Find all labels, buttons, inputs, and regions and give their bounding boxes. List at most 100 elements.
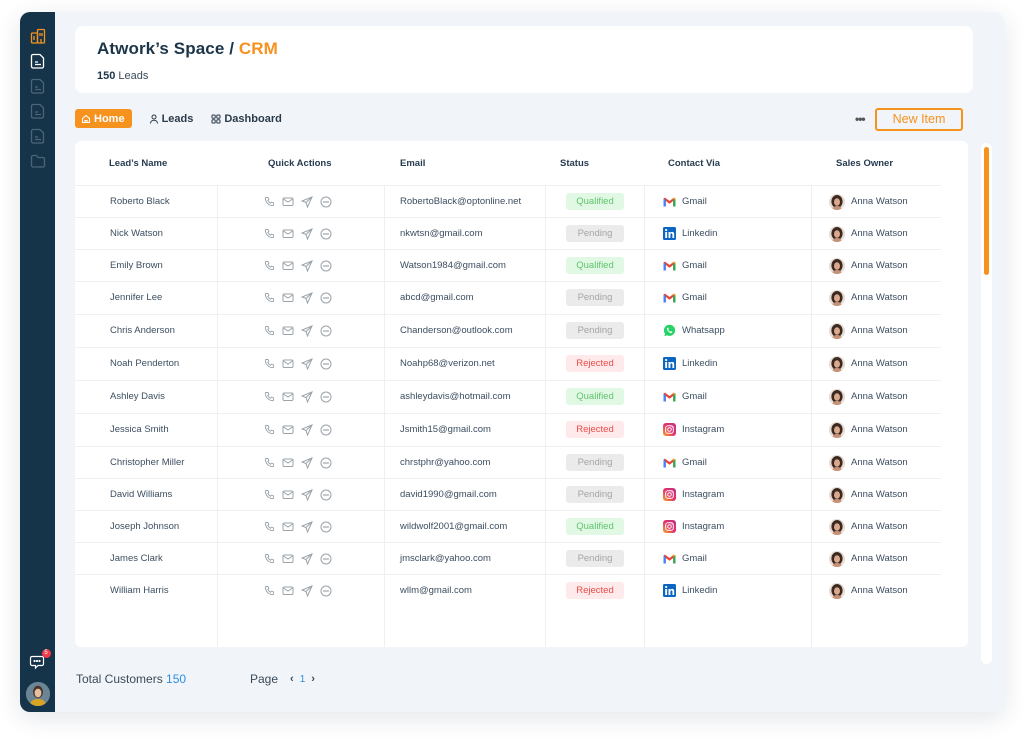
lead-email[interactable]: david1990@gmail.com bbox=[400, 489, 497, 500]
sales-owner[interactable]: Anna Watson bbox=[851, 260, 908, 271]
next-page-button[interactable]: › bbox=[311, 673, 315, 685]
sales-owner[interactable]: Anna Watson bbox=[851, 391, 908, 402]
lead-name[interactable]: Chris Anderson bbox=[110, 325, 175, 336]
sales-owner[interactable]: Anna Watson bbox=[851, 521, 908, 532]
sidebar-item-folder[interactable] bbox=[29, 152, 47, 170]
table-row[interactable]: Ashley Davis ashleydavis@hotmail.com Quali… bbox=[75, 380, 941, 412]
phone-icon[interactable] bbox=[264, 260, 275, 271]
column-header-status[interactable]: Status bbox=[560, 158, 589, 169]
mail-icon[interactable] bbox=[282, 325, 294, 336]
user-avatar[interactable] bbox=[25, 682, 50, 706]
table-row[interactable]: Christopher Miller chrstphr@yahoo.com Pend… bbox=[75, 446, 941, 478]
table-row[interactable]: James Clark jmsclark@yahoo.com Pending Gmai… bbox=[75, 542, 941, 574]
table-row[interactable]: Noah Penderton Noahp68@verizon.net Rejecte… bbox=[75, 347, 941, 379]
send-icon[interactable] bbox=[301, 456, 313, 469]
more-circle-icon[interactable] bbox=[320, 424, 332, 436]
sales-owner[interactable]: Anna Watson bbox=[851, 358, 908, 369]
mail-icon[interactable] bbox=[282, 228, 294, 239]
table-row[interactable]: Jennifer Lee abcd@gmail.com Pending Gmail An… bbox=[75, 281, 941, 313]
lead-name[interactable]: Joseph Johnson bbox=[110, 521, 179, 532]
status-badge[interactable]: Pending bbox=[566, 550, 624, 567]
phone-icon[interactable] bbox=[264, 228, 275, 239]
table-row[interactable]: Joseph Johnson wildwolf2001@gmail.com Qual… bbox=[75, 510, 941, 542]
lead-email[interactable]: abcd@gmail.com bbox=[400, 292, 474, 303]
status-badge[interactable]: Pending bbox=[566, 486, 624, 503]
mail-icon[interactable] bbox=[282, 292, 294, 303]
more-circle-icon[interactable] bbox=[320, 521, 332, 533]
phone-icon[interactable] bbox=[264, 489, 275, 500]
send-icon[interactable] bbox=[301, 520, 313, 533]
lead-name[interactable]: Ashley Davis bbox=[110, 391, 165, 402]
sales-owner[interactable]: Anna Watson bbox=[851, 553, 908, 564]
more-circle-icon[interactable] bbox=[320, 358, 332, 370]
status-badge[interactable]: Qualified bbox=[566, 388, 624, 405]
sales-owner[interactable]: Anna Watson bbox=[851, 228, 908, 239]
phone-icon[interactable] bbox=[264, 553, 275, 564]
send-icon[interactable] bbox=[301, 259, 313, 272]
tab-dashboard[interactable]: Dashboard bbox=[211, 109, 282, 128]
lead-email[interactable]: Noahp68@verizon.net bbox=[400, 358, 495, 369]
status-badge[interactable]: Pending bbox=[566, 454, 624, 471]
mail-icon[interactable] bbox=[282, 196, 294, 207]
mail-icon[interactable] bbox=[282, 260, 294, 271]
mail-icon[interactable] bbox=[282, 358, 294, 369]
table-row[interactable]: Emily Brown Watson1984@gmail.com Qualified… bbox=[75, 249, 941, 281]
phone-icon[interactable] bbox=[264, 457, 275, 468]
phone-icon[interactable] bbox=[264, 391, 275, 402]
send-icon[interactable] bbox=[301, 552, 313, 565]
sidebar-item-doc-4[interactable] bbox=[29, 127, 47, 145]
lead-name[interactable]: Noah Penderton bbox=[110, 358, 179, 369]
more-circle-icon[interactable] bbox=[320, 553, 332, 565]
new-item-button[interactable]: New Item bbox=[875, 108, 963, 131]
lead-name[interactable]: Jessica Smith bbox=[110, 424, 169, 435]
lead-name[interactable]: David Williams bbox=[110, 489, 172, 500]
more-options-button[interactable]: ••• bbox=[855, 112, 866, 126]
send-icon[interactable] bbox=[301, 390, 313, 403]
mail-icon[interactable] bbox=[282, 424, 294, 435]
current-page-button[interactable]: 1 bbox=[300, 674, 306, 685]
mail-icon[interactable] bbox=[282, 553, 294, 564]
lead-email[interactable]: Chanderson@outlook.com bbox=[400, 325, 513, 336]
sidebar-item-doc-2[interactable] bbox=[29, 77, 47, 95]
table-row[interactable]: Jessica Smith Jsmith15@gmail.com Rejected I… bbox=[75, 413, 941, 445]
column-header-contact-via[interactable]: Contact Via bbox=[668, 158, 720, 169]
sidebar-item-doc-1[interactable] bbox=[29, 52, 47, 70]
lead-email[interactable]: nkwtsn@gmail.com bbox=[400, 228, 483, 239]
more-circle-icon[interactable] bbox=[320, 228, 332, 240]
send-icon[interactable] bbox=[301, 195, 313, 208]
tab-leads[interactable]: Leads bbox=[149, 109, 193, 128]
scrollbar-thumb[interactable] bbox=[984, 147, 989, 275]
table-row[interactable]: Nick Watson nkwtsn@gmail.com Pending Linked… bbox=[75, 217, 941, 249]
column-header-name[interactable]: Lead’s Name bbox=[109, 158, 167, 169]
send-icon[interactable] bbox=[301, 291, 313, 304]
lead-name[interactable]: Nick Watson bbox=[110, 228, 163, 239]
more-circle-icon[interactable] bbox=[320, 260, 332, 272]
lead-email[interactable]: jmsclark@yahoo.com bbox=[400, 553, 491, 564]
lead-email[interactable]: RobertoBlack@optonline.net bbox=[400, 196, 521, 207]
column-header-quick-actions[interactable]: Quick Actions bbox=[268, 158, 332, 169]
lead-name[interactable]: James Clark bbox=[110, 553, 163, 564]
send-icon[interactable] bbox=[301, 324, 313, 337]
lead-name[interactable]: Christopher Miller bbox=[110, 457, 184, 468]
lead-name[interactable]: Jennifer Lee bbox=[110, 292, 162, 303]
sidebar-item-doc-3[interactable] bbox=[29, 102, 47, 120]
status-badge[interactable]: Qualified bbox=[566, 518, 624, 535]
status-badge[interactable]: Pending bbox=[566, 289, 624, 306]
table-row[interactable]: David Williams david1990@gmail.com Pending… bbox=[75, 478, 941, 510]
more-circle-icon[interactable] bbox=[320, 325, 332, 337]
column-header-email[interactable]: Email bbox=[400, 158, 425, 169]
send-icon[interactable] bbox=[301, 357, 313, 370]
lead-email[interactable]: chrstphr@yahoo.com bbox=[400, 457, 490, 468]
sales-owner[interactable]: Anna Watson bbox=[851, 457, 908, 468]
sales-owner[interactable]: Anna Watson bbox=[851, 424, 908, 435]
prev-page-button[interactable]: ‹ bbox=[290, 673, 294, 685]
status-badge[interactable]: Rejected bbox=[566, 421, 624, 438]
more-circle-icon[interactable] bbox=[320, 292, 332, 304]
table-row[interactable]: William Harris wllm@gmail.com Rejected Link… bbox=[75, 574, 941, 606]
lead-name[interactable]: Roberto Black bbox=[110, 196, 170, 207]
mail-icon[interactable] bbox=[282, 391, 294, 402]
more-circle-icon[interactable] bbox=[320, 489, 332, 501]
sales-owner[interactable]: Anna Watson bbox=[851, 585, 908, 596]
table-row[interactable]: Roberto Black RobertoBlack@optonline.net Q… bbox=[75, 185, 941, 217]
more-circle-icon[interactable] bbox=[320, 196, 332, 208]
